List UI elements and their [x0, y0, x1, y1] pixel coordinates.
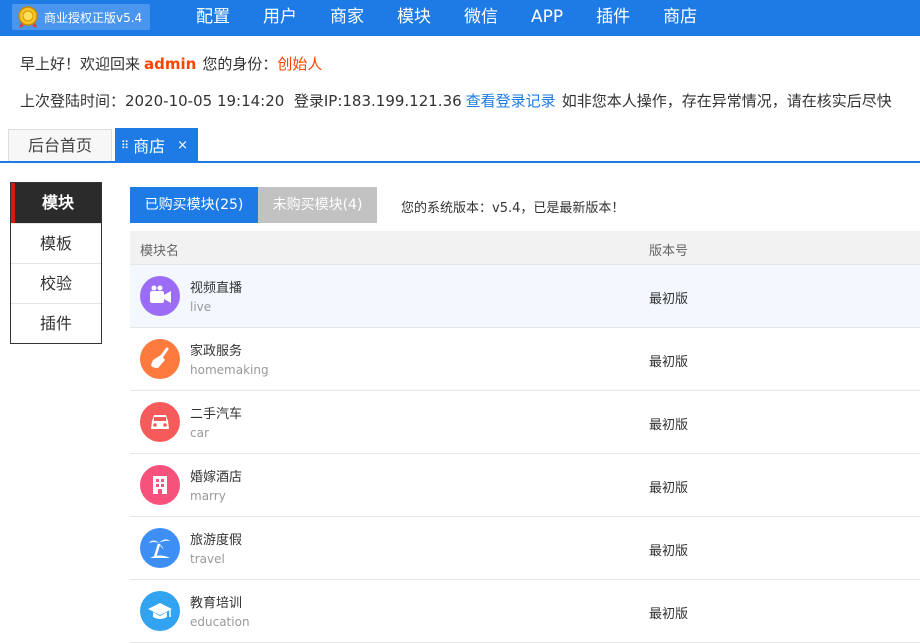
security-warning: 如非您本人操作，存在异常情况，请在核实后尽快 [561, 92, 892, 110]
palm-tree-icon [140, 528, 180, 568]
module-code: education [190, 615, 250, 629]
tab-store-label: 商店 [133, 137, 166, 156]
module-code: travel [190, 552, 225, 566]
last-login-time: 上次登陆时间：2020-10-05 19:14:20 [20, 92, 285, 110]
table-row[interactable]: 婚嫁酒店 marry 最初版 [130, 454, 920, 517]
module-version: 最初版 [649, 544, 689, 559]
table-row[interactable]: 教育培训 education 最初版 [130, 580, 920, 643]
grid-icon: ⠿ [121, 138, 130, 152]
username: admin [144, 55, 197, 73]
medal-icon [18, 6, 38, 28]
page-tabs: 后台首页 ⠿ 商店 × [0, 127, 920, 163]
module-name: 旅游度假 [190, 533, 243, 548]
bought-modules-button[interactable]: 已购买模块(25) [130, 187, 258, 223]
view-login-records-link[interactable]: 查看登录记录 [466, 92, 556, 110]
module-code: car [190, 426, 209, 440]
welcome-message: 早上好！欢迎回来 admin 您的身份：创始人 [20, 53, 322, 74]
nav-item-config[interactable]: 配置 [196, 0, 230, 36]
building-icon [140, 465, 180, 505]
greeting-text: 早上好！欢迎回来 [20, 55, 141, 73]
top-navbar: 商业授权正版v5.4 配置 用户 商家 模块 微信 APP 插件 商店 [0, 0, 920, 36]
module-version: 最初版 [649, 481, 689, 496]
nav-item-plugins[interactable]: 插件 [596, 0, 630, 36]
role-label: 您的身份： [202, 55, 278, 73]
sidebar-item-templates[interactable]: 模板 [11, 223, 101, 263]
module-name: 婚嫁酒店 [190, 470, 243, 485]
module-version: 最初版 [649, 607, 689, 622]
module-name: 家政服务 [190, 344, 243, 359]
video-camera-icon [140, 276, 180, 316]
brand-badge[interactable]: 商业授权正版v5.4 [12, 4, 150, 30]
module-name: 视频直播 [190, 281, 243, 296]
nav-item-app[interactable]: APP [531, 0, 563, 36]
system-version-note: 您的系统版本：v5.4，已是最新版本！ [401, 201, 625, 216]
table-row[interactable]: 二手汽车 car 最初版 [130, 391, 920, 454]
brand-label: 商业授权正版v5.4 [44, 10, 143, 25]
store-sidebar: 模块 模板 校验 插件 [10, 182, 102, 344]
tab-underline [0, 161, 920, 163]
table-row[interactable]: 视频直播 live 最初版 [130, 265, 920, 328]
main-nav: 配置 用户 商家 模块 微信 APP 插件 商店 [196, 0, 730, 36]
tab-store[interactable]: ⠿ 商店 × [115, 128, 198, 162]
sidebar-item-modules[interactable]: 模块 [11, 183, 101, 223]
column-header-version: 版本号 [649, 244, 689, 259]
unbought-modules-button[interactable]: 未购买模块(4) [258, 187, 377, 223]
column-header-module-name: 模块名 [140, 244, 180, 259]
nav-item-wechat[interactable]: 微信 [464, 0, 498, 36]
module-name: 教育培训 [190, 596, 243, 611]
module-version: 最初版 [649, 355, 689, 370]
close-icon[interactable]: × [177, 138, 188, 153]
nav-item-users[interactable]: 用户 [263, 0, 297, 36]
role-value: 创始人 [277, 55, 323, 73]
module-code: live [190, 300, 212, 314]
sidebar-item-verify[interactable]: 校验 [11, 263, 101, 303]
module-code: homemaking [190, 363, 269, 377]
table-row[interactable]: 家政服务 homemaking 最初版 [130, 328, 920, 391]
table-header: 模块名 版本号 [130, 231, 920, 265]
nav-item-store[interactable]: 商店 [663, 0, 697, 36]
car-icon [140, 402, 180, 442]
module-name: 二手汽车 [190, 407, 243, 422]
nav-item-modules[interactable]: 模块 [397, 0, 431, 36]
module-table: 视频直播 live 最初版 家政服务 homemaking 最初版 二手汽车 c… [130, 265, 920, 643]
module-version: 最初版 [649, 292, 689, 307]
sidebar-item-plugins[interactable]: 插件 [11, 303, 101, 343]
module-code: marry [190, 489, 226, 503]
login-ip: 登录IP:183.199.121.36 [293, 92, 462, 110]
nav-item-merchants[interactable]: 商家 [330, 0, 364, 36]
graduation-cap-icon [140, 591, 180, 631]
last-login-info: 上次登陆时间：2020-10-05 19:14:20 登录IP:183.199.… [20, 90, 892, 111]
module-version: 最初版 [649, 418, 689, 433]
broom-icon [140, 339, 180, 379]
tab-home[interactable]: 后台首页 [8, 129, 112, 161]
table-row[interactable]: 旅游度假 travel 最初版 [130, 517, 920, 580]
